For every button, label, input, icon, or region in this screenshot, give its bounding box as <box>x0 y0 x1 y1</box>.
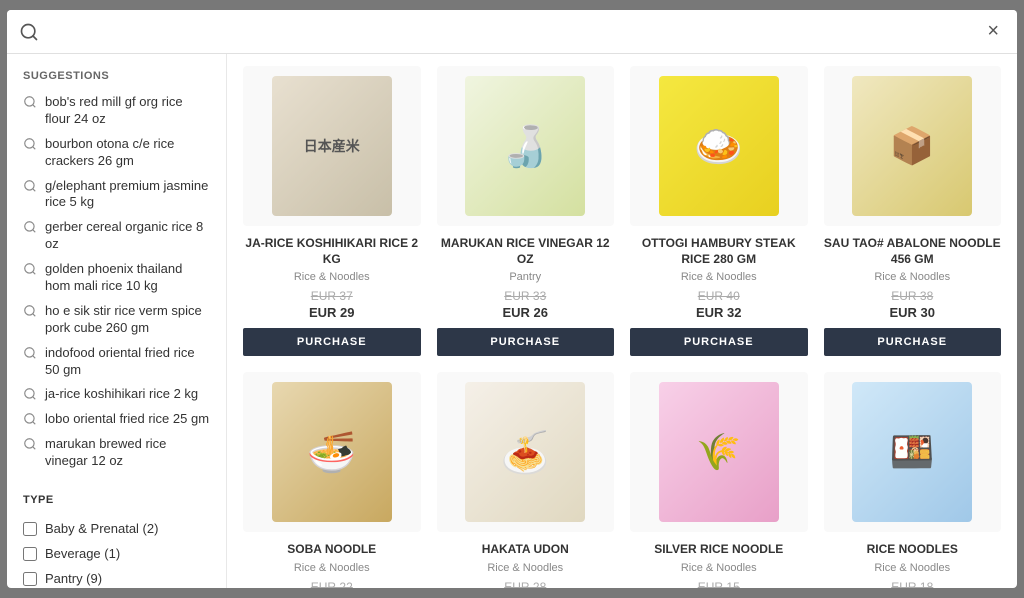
products-content: JA-RICE KOSHIHIKARI RICE 2 KG Rice & Noo… <box>227 54 1017 588</box>
product-card-8: RICE NOODLES Rice & Noodles EUR 18 EUR 1… <box>824 372 1002 588</box>
product-category-4: Rice & Noodles <box>874 271 950 283</box>
search-icon <box>19 22 39 42</box>
product-card-7: SILVER RICE NOODLE Rice & Noodles EUR 15… <box>630 372 808 588</box>
product-price-original-4: EUR 38 <box>891 289 933 303</box>
product-image-placeholder-8 <box>852 382 972 522</box>
filter-beverage[interactable]: Beverage (1) <box>23 541 210 566</box>
product-name-5: SOBA NOODLE <box>287 542 376 558</box>
product-card-5: SOBA NOODLE Rice & Noodles EUR 22 EUR 18 <box>243 372 421 588</box>
product-price-original-6: EUR 28 <box>504 580 546 588</box>
suggestions-list: bob's red mill gf org rice flour 24 oz b… <box>23 90 210 474</box>
product-category-5: Rice & Noodles <box>294 562 370 574</box>
search-icon <box>23 387 37 401</box>
purchase-button-2[interactable]: PURCHASE <box>437 328 615 356</box>
purchase-button-1[interactable]: PURCHASE <box>243 328 421 356</box>
suggestion-item[interactable]: lobo oriental fried rice 25 gm <box>23 407 210 432</box>
close-button[interactable]: × <box>981 18 1005 45</box>
filter-pantry[interactable]: Pantry (9) <box>23 566 210 588</box>
product-image-placeholder-7 <box>659 382 779 522</box>
sidebar: Suggestions bob's red mill gf org rice f… <box>7 54 227 588</box>
product-category-1: Rice & Noodles <box>294 271 370 283</box>
product-image-placeholder-1 <box>272 76 392 216</box>
product-name-7: SILVER RICE NOODLE <box>654 542 783 558</box>
product-name-4: SAU TAO# ABALONE NOODLE 456 GM <box>824 236 1002 267</box>
product-image-3 <box>630 66 808 226</box>
product-image-2 <box>437 66 615 226</box>
product-category-3: Rice & Noodles <box>681 271 757 283</box>
suggestion-item[interactable]: gerber cereal organic rice 8 oz <box>23 215 210 257</box>
suggestion-item[interactable]: golden phoenix thailand hom mali rice 10… <box>23 257 210 299</box>
suggestion-item[interactable]: bourbon otona c/e rice crackers 26 gm <box>23 132 210 174</box>
product-price-original-8: EUR 18 <box>891 580 933 588</box>
product-name-3: OTTOGI HAMBURY STEAK RICE 280 GM <box>630 236 808 267</box>
product-card-6: HAKATA UDON Rice & Noodles EUR 28 EUR 22 <box>437 372 615 588</box>
search-bar: RICE × <box>7 10 1017 54</box>
purchase-button-4[interactable]: PURCHASE <box>824 328 1002 356</box>
product-image-placeholder-5 <box>272 382 392 522</box>
product-price-original-1: EUR 37 <box>311 289 353 303</box>
product-price-original-7: EUR 15 <box>698 580 740 588</box>
suggestion-item[interactable]: ho e sik stir rice verm spice pork cube … <box>23 299 210 341</box>
product-image-5 <box>243 372 421 532</box>
filter-checkbox-beverage[interactable] <box>23 547 37 561</box>
product-price-sale-1: EUR 29 <box>309 305 355 320</box>
search-input[interactable]: RICE <box>39 19 981 45</box>
product-image-6 <box>437 372 615 532</box>
suggestions-label: Suggestions <box>23 70 210 82</box>
search-icon <box>23 95 37 109</box>
suggestion-item[interactable]: bob's red mill gf org rice flour 24 oz <box>23 90 210 132</box>
filter-checkbox-pantry[interactable] <box>23 572 37 586</box>
product-name-2: MARUKAN RICE VINEGAR 12 OZ <box>437 236 615 267</box>
product-category-6: Rice & Noodles <box>487 562 563 574</box>
search-icon <box>23 137 37 151</box>
product-card-3: OTTOGI HAMBURY STEAK RICE 280 GM Rice & … <box>630 66 808 356</box>
search-icon <box>23 179 37 193</box>
product-image-8 <box>824 372 1002 532</box>
search-icon <box>23 437 37 451</box>
suggestion-item[interactable]: indofood oriental fried rice 50 gm <box>23 341 210 383</box>
type-filter-label: Type <box>23 494 210 506</box>
product-price-sale-2: EUR 26 <box>502 305 548 320</box>
product-name-8: RICE NOODLES <box>867 542 958 558</box>
suggestion-item[interactable]: g/elephant premium jasmine rice 5 kg <box>23 174 210 216</box>
product-card-1: JA-RICE KOSHIHIKARI RICE 2 KG Rice & Noo… <box>243 66 421 356</box>
search-icon <box>23 412 37 426</box>
product-category-8: Rice & Noodles <box>874 562 950 574</box>
search-icon <box>23 262 37 276</box>
product-image-1 <box>243 66 421 226</box>
search-modal: RICE × Suggestions bob's red mill gf org… <box>7 10 1017 588</box>
product-name-1: JA-RICE KOSHIHIKARI RICE 2 KG <box>243 236 421 267</box>
filter-baby-prenatal[interactable]: Baby & Prenatal (2) <box>23 516 210 541</box>
product-image-placeholder-3 <box>659 76 779 216</box>
product-price-sale-3: EUR 32 <box>696 305 742 320</box>
search-icon <box>23 346 37 360</box>
product-image-placeholder-4 <box>852 76 972 216</box>
product-card-4: SAU TAO# ABALONE NOODLE 456 GM Rice & No… <box>824 66 1002 356</box>
product-image-7 <box>630 372 808 532</box>
product-card-2: MARUKAN RICE VINEGAR 12 OZ Pantry EUR 33… <box>437 66 615 356</box>
product-image-placeholder-6 <box>465 382 585 522</box>
product-price-original-3: EUR 40 <box>698 289 740 303</box>
filter-checkbox-baby[interactable] <box>23 522 37 536</box>
purchase-button-3[interactable]: PURCHASE <box>630 328 808 356</box>
modal-overlay: RICE × Suggestions bob's red mill gf org… <box>0 0 1024 598</box>
modal-body: Suggestions bob's red mill gf org rice f… <box>7 54 1017 588</box>
product-category-7: Rice & Noodles <box>681 562 757 574</box>
product-category-2: Pantry <box>509 271 541 283</box>
type-filter-section: Type Baby & Prenatal (2) Beverage (1) Pa… <box>23 494 210 588</box>
product-price-original-2: EUR 33 <box>504 289 546 303</box>
products-grid: JA-RICE KOSHIHIKARI RICE 2 KG Rice & Noo… <box>243 66 1001 588</box>
product-price-original-5: EUR 22 <box>311 580 353 588</box>
suggestion-item[interactable]: marukan brewed rice vinegar 12 oz <box>23 432 210 474</box>
product-image-4 <box>824 66 1002 226</box>
product-price-sale-4: EUR 30 <box>889 305 935 320</box>
suggestion-item[interactable]: ja-rice koshihikari rice 2 kg <box>23 382 210 407</box>
search-icon <box>23 220 37 234</box>
product-name-6: HAKATA UDON <box>482 542 569 558</box>
product-image-placeholder-2 <box>465 76 585 216</box>
search-icon <box>23 304 37 318</box>
